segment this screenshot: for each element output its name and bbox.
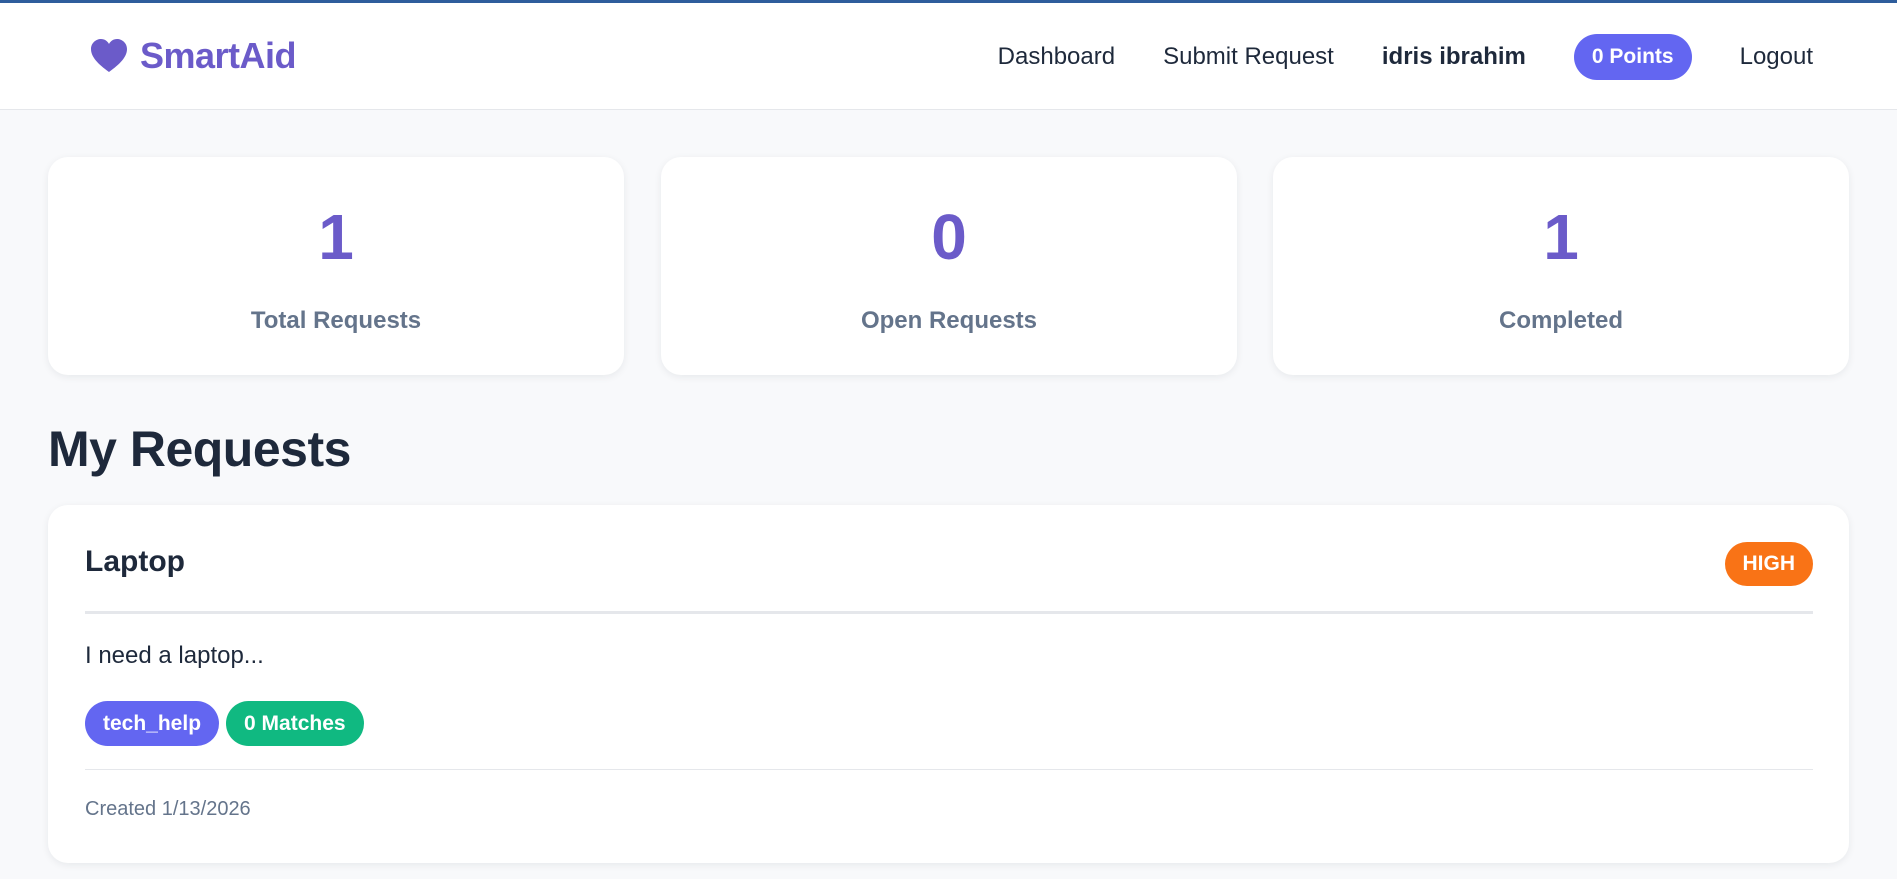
section-title: My Requests bbox=[48, 421, 351, 477]
card-divider bbox=[85, 611, 1813, 614]
stat-card-total: 1 Total Requests bbox=[48, 157, 624, 375]
request-title: Laptop bbox=[85, 545, 185, 578]
points-badge: 0 Points bbox=[1573, 34, 1692, 80]
stat-value: 1 bbox=[318, 201, 354, 273]
stat-label: Completed bbox=[1498, 307, 1623, 334]
stat-label: Total Requests bbox=[250, 307, 422, 334]
request-description: I need a laptop... bbox=[85, 642, 264, 669]
stat-card-completed: 1 Completed bbox=[1273, 157, 1849, 375]
stat-value: 1 bbox=[1543, 201, 1579, 273]
request-card[interactable]: Laptop HIGH I need a laptop... tech_help… bbox=[48, 505, 1849, 863]
top-navbar: SmartAid Dashboard Submit Request idris … bbox=[0, 3, 1897, 110]
category-tag: tech_help bbox=[85, 701, 220, 746]
nav-submit-request-link[interactable]: Submit Request bbox=[1163, 43, 1334, 71]
stat-card-open: 0 Open Requests bbox=[661, 157, 1237, 375]
nav-logout-link[interactable]: Logout bbox=[1740, 43, 1813, 71]
brand-name: SmartAid bbox=[140, 35, 297, 76]
priority-badge: HIGH bbox=[1724, 542, 1813, 586]
card-footer-divider bbox=[85, 769, 1813, 770]
stat-label: Open Requests bbox=[860, 307, 1038, 334]
heart-icon bbox=[91, 39, 127, 72]
nav-user-name[interactable]: idris ibrahim bbox=[1382, 43, 1526, 71]
request-created-date: Created 1/13/2026 bbox=[85, 798, 251, 820]
matches-badge: 0 Matches bbox=[226, 701, 364, 746]
nav-dashboard-link[interactable]: Dashboard bbox=[998, 43, 1115, 71]
brand-logo-link[interactable]: SmartAid bbox=[90, 33, 297, 79]
main-nav: Dashboard Submit Request idris ibrahim 0… bbox=[998, 33, 1813, 81]
stat-value: 0 bbox=[931, 201, 967, 273]
request-tags: tech_help 0 Matches bbox=[85, 701, 364, 746]
